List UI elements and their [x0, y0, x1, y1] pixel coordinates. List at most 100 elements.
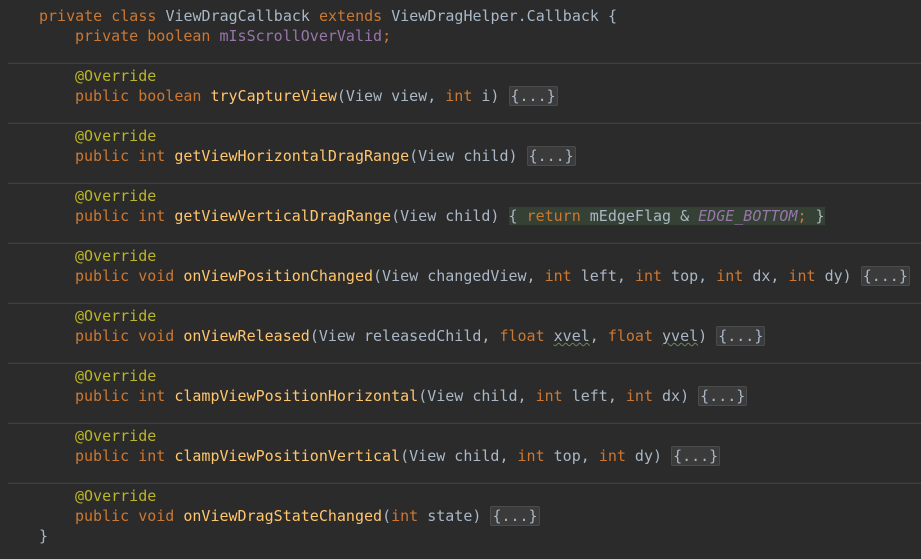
annotation: @Override	[75, 67, 157, 85]
keyword: float	[499, 327, 545, 345]
field-declaration-line[interactable]: private boolean mIsScrollOverValid;	[0, 26, 921, 46]
params: )	[698, 327, 717, 345]
method-signature-line[interactable]: public boolean tryCaptureView(View view,…	[0, 86, 921, 106]
class-name: ViewDragCallback	[165, 7, 310, 25]
keyword: public int	[75, 387, 175, 405]
method-separator	[8, 422, 921, 424]
method-name: onViewDragStateChanged	[183, 507, 383, 525]
method-name: clampViewPositionVertical	[174, 447, 401, 465]
keyword: public void	[75, 507, 184, 525]
inline-folded-body[interactable]: { return mEdgeFlag & EDGE_BOTTOM; }	[508, 207, 825, 225]
annotation-line[interactable]: @Override	[0, 366, 921, 386]
params: (View child,	[400, 447, 518, 465]
params: ,	[589, 327, 608, 345]
params: (View child)	[391, 207, 509, 225]
params: left,	[562, 387, 626, 405]
method-name: tryCaptureView	[210, 87, 337, 105]
params: i)	[472, 87, 509, 105]
method-signature-line[interactable]: public int clampViewPositionVertical(Vie…	[0, 446, 921, 466]
annotation: @Override	[75, 127, 157, 145]
annotation-line[interactable]: @Override	[0, 486, 921, 506]
keyword: int	[445, 87, 473, 105]
method-signature-line[interactable]: public void onViewReleased(View released…	[0, 326, 921, 346]
field-name: mIsScrollOverValid	[219, 27, 383, 45]
params: top,	[544, 447, 599, 465]
method-name: getViewVerticalDragRange	[174, 207, 392, 225]
fold-placeholder[interactable]: {...}	[671, 446, 721, 466]
keyword: public int	[75, 147, 175, 165]
keyword: int	[625, 387, 653, 405]
method-name: getViewHorizontalDragRange	[174, 147, 410, 165]
params: (View view,	[336, 87, 446, 105]
annotation: @Override	[75, 487, 157, 505]
fold-placeholder[interactable]: {...}	[526, 146, 576, 166]
method-signature-line[interactable]: public int clampViewPositionHorizontal(V…	[0, 386, 921, 406]
semicolon: ;	[797, 207, 807, 225]
params: dy)	[815, 267, 861, 285]
params	[545, 327, 554, 345]
keyword: int	[598, 447, 626, 465]
method-name: clampViewPositionHorizontal	[174, 387, 419, 405]
annotation-line[interactable]: @Override	[0, 186, 921, 206]
params: (View child,	[418, 387, 536, 405]
keyword: public void	[75, 327, 184, 345]
method-separator	[8, 482, 921, 484]
code-editor[interactable]: private class ViewDragCallback extends V…	[0, 0, 921, 559]
semicolon: ;	[382, 27, 392, 45]
keyword: int	[544, 267, 572, 285]
method-separator	[8, 182, 921, 184]
keyword: int	[788, 267, 816, 285]
keyword: int	[634, 267, 663, 285]
params: (	[382, 507, 392, 525]
keyword: public boolean	[75, 87, 211, 105]
annotation: @Override	[75, 427, 157, 445]
method-signature-line[interactable]: public int getViewVerticalDragRange(View…	[0, 206, 921, 226]
annotation: @Override	[75, 307, 157, 325]
params: left,	[571, 267, 635, 285]
params: (View releasedChild,	[309, 327, 500, 345]
constant: EDGE_BOTTOM	[698, 207, 798, 225]
keyword: public int	[75, 447, 175, 465]
fold-placeholder[interactable]: {...}	[860, 266, 910, 286]
brace: {	[508, 207, 527, 225]
fold-placeholder[interactable]: {...}	[508, 86, 558, 106]
method-separator	[8, 242, 921, 244]
annotation: @Override	[75, 367, 157, 385]
method-separator	[8, 122, 921, 124]
annotation-line[interactable]: @Override	[0, 246, 921, 266]
field-ref: mEdgeFlag	[589, 207, 672, 225]
params: (View child)	[409, 147, 527, 165]
params	[653, 327, 662, 345]
class-declaration-line[interactable]: private class ViewDragCallback extends V…	[0, 6, 921, 26]
fold-placeholder[interactable]: {...}	[716, 326, 766, 346]
parent-class: ViewDragHelper.Callback {	[391, 7, 617, 25]
params: top,	[662, 267, 717, 285]
method-signature-line[interactable]: public void onViewPositionChanged(View c…	[0, 266, 921, 286]
fold-placeholder[interactable]: {...}	[698, 386, 748, 406]
method-name: onViewReleased	[183, 327, 310, 345]
operator: &	[671, 207, 699, 225]
method-separator	[8, 62, 921, 64]
method-signature-line[interactable]: public void onViewDragStateChanged(int s…	[0, 506, 921, 526]
annotation-line[interactable]: @Override	[0, 126, 921, 146]
method-separator	[8, 362, 921, 364]
class-closing-line[interactable]: }	[0, 526, 921, 546]
annotation-line[interactable]: @Override	[0, 66, 921, 86]
param-name: xvel	[553, 327, 590, 345]
keyword: return	[526, 207, 590, 225]
keyword: int	[517, 447, 545, 465]
closing-brace: }	[39, 527, 49, 545]
params: state)	[418, 507, 491, 525]
keyword: float	[607, 327, 653, 345]
annotation-line[interactable]: @Override	[0, 426, 921, 446]
keyword: int	[391, 507, 419, 525]
params: (View changedView,	[373, 267, 545, 285]
method-signature-line[interactable]: public int getViewHorizontalDragRange(Vi…	[0, 146, 921, 166]
keyword: extends	[309, 7, 392, 25]
keyword: int	[716, 267, 744, 285]
annotation-line[interactable]: @Override	[0, 306, 921, 326]
annotation: @Override	[75, 187, 157, 205]
fold-placeholder[interactable]: {...}	[490, 506, 540, 526]
params: dy)	[625, 447, 672, 465]
brace: }	[806, 207, 825, 225]
